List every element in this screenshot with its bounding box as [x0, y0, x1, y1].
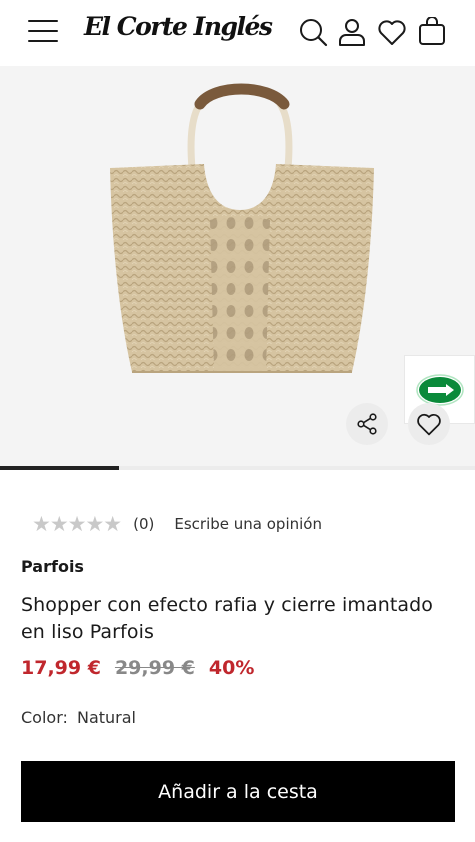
product-gallery[interactable] [0, 66, 475, 468]
heart-icon [417, 413, 441, 436]
color-value: Natural [76, 708, 136, 727]
rating-count: (0) [133, 515, 155, 533]
add-to-cart-button[interactable]: Añadir a la cesta [21, 761, 455, 822]
original-price: 29,99 € [114, 657, 195, 679]
search-icon[interactable] [298, 17, 328, 47]
color-selector: Color: Natural [21, 708, 136, 727]
header: El Corte Inglés [0, 0, 475, 66]
discount-badge: 40% [208, 657, 255, 679]
user-icon[interactable] [337, 17, 367, 47]
menu-icon[interactable] [28, 20, 58, 46]
gallery-progress-fill [0, 466, 119, 470]
logo[interactable]: El Corte Inglés [84, 12, 273, 41]
product-brand[interactable]: Parfois [21, 557, 84, 576]
share-icon [357, 413, 377, 435]
rating-stars: ★★★★★ [32, 512, 122, 536]
current-price: 17,99 € [21, 657, 101, 679]
rating: ★★★★★ (0) Escribe una opinión [32, 512, 322, 536]
color-label: Color: [21, 708, 68, 727]
play-icon [415, 373, 464, 406]
gallery-progress [0, 466, 475, 470]
price-block: 17,99 € 29,99 € 40% [21, 657, 254, 679]
write-review-link[interactable]: Escribe una opinión [174, 515, 322, 533]
product-title: Shopper con efecto rafia y cierre imanta… [21, 594, 434, 643]
heart-icon[interactable] [377, 17, 407, 47]
product-image [110, 83, 374, 373]
bag-icon[interactable] [417, 16, 447, 47]
favorite-button[interactable] [408, 403, 450, 445]
share-button[interactable] [346, 403, 388, 445]
